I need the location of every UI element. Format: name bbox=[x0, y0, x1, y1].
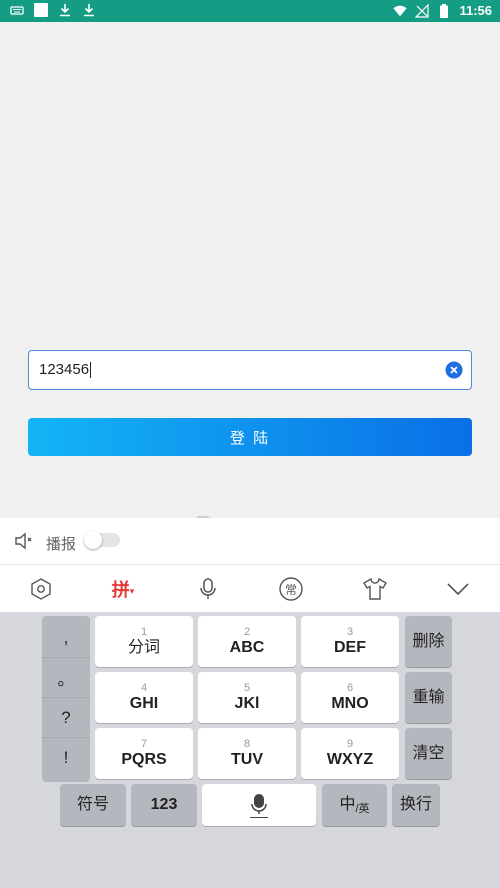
broadcast-toggle[interactable] bbox=[84, 531, 120, 549]
status-bar: 11:56 bbox=[0, 0, 500, 22]
key-number: 8 bbox=[243, 737, 251, 750]
key-number: 5 bbox=[243, 681, 251, 694]
key-label-sub: /英 bbox=[355, 803, 370, 815]
punct-question-key[interactable]: ? bbox=[42, 698, 90, 738]
no-signal-icon bbox=[415, 3, 430, 18]
symbol-key[interactable]: 符号 bbox=[60, 784, 126, 826]
key-label: WXYZ bbox=[326, 750, 374, 768]
key-label: 123 bbox=[150, 796, 178, 813]
key-2[interactable]: 2 ABC bbox=[198, 616, 296, 667]
status-time: 11:56 bbox=[459, 3, 492, 18]
key-label: 分词 bbox=[127, 638, 160, 656]
key-7[interactable]: 7 PQRS bbox=[95, 728, 193, 779]
key-4[interactable]: 4 GHI bbox=[95, 672, 193, 723]
key-number: 2 bbox=[243, 625, 251, 638]
key-number: 7 bbox=[140, 737, 148, 750]
key-label: PQRS bbox=[121, 750, 167, 768]
key-label: JKl bbox=[234, 694, 260, 712]
punct-comma-key[interactable]: , bbox=[42, 618, 90, 658]
key-label: 重输 bbox=[412, 688, 445, 706]
key-label: 符号 bbox=[76, 796, 109, 813]
chevron-down-icon bbox=[447, 583, 469, 596]
key-9[interactable]: 9 WXYZ bbox=[301, 728, 399, 779]
pinyin-mode-button[interactable]: 拼▾ bbox=[106, 575, 140, 603]
status-left bbox=[10, 3, 96, 17]
key-label: 清空 bbox=[412, 744, 445, 762]
status-right: 11:56 bbox=[393, 3, 492, 18]
download-icon bbox=[84, 4, 94, 17]
key-label: 换行 bbox=[399, 796, 432, 813]
key-1[interactable]: 1 分词 bbox=[95, 616, 193, 667]
newline-key[interactable]: 换行 bbox=[392, 784, 440, 826]
microphone-icon bbox=[251, 794, 267, 814]
skin-button[interactable] bbox=[361, 575, 389, 603]
toggle-knob bbox=[84, 531, 102, 549]
lang-switch-key[interactable]: 中 /英 bbox=[322, 784, 387, 826]
punct-period-key[interactable]: 。 bbox=[42, 658, 90, 698]
settings-hex-icon bbox=[31, 578, 51, 600]
t9-keyboard: , 。 ? ! 1 分词 2 ABC 3 DEF 删除 4 GHI 5 JKl … bbox=[0, 612, 500, 888]
key-number: 1 bbox=[140, 625, 148, 638]
key-8[interactable]: 8 TUV bbox=[198, 728, 296, 779]
numbers-key[interactable]: 123 bbox=[131, 784, 197, 826]
login-button[interactable]: 登 陆 bbox=[28, 418, 472, 456]
broadcast-label: 播报 bbox=[46, 536, 77, 553]
common-phrases-button[interactable]: 常 bbox=[277, 575, 305, 603]
input-value: 123456 bbox=[39, 361, 92, 379]
key-label-main: 中 bbox=[339, 796, 356, 813]
ime-toolbar: 拼▾ 常 bbox=[0, 564, 500, 612]
key-label: MNO bbox=[331, 694, 369, 712]
key-label: 删除 bbox=[412, 632, 445, 650]
collapse-keyboard-button[interactable] bbox=[444, 575, 472, 603]
shirt-icon bbox=[363, 577, 387, 600]
microphone-icon bbox=[200, 578, 216, 599]
retype-key[interactable]: 重输 bbox=[405, 672, 452, 723]
key-3[interactable]: 3 DEF bbox=[301, 616, 399, 667]
key-number: 4 bbox=[140, 681, 148, 694]
login-screen: 123456 登 陆 bbox=[0, 22, 500, 522]
square-icon bbox=[34, 3, 48, 17]
clear-all-key[interactable]: 清空 bbox=[405, 728, 452, 779]
broadcast-bar: 播报 bbox=[0, 518, 500, 564]
common-label: 常 bbox=[284, 582, 297, 597]
space-underline bbox=[250, 817, 268, 818]
delete-key[interactable]: 删除 bbox=[405, 616, 452, 667]
key-label: TUV bbox=[231, 750, 263, 768]
download-icon bbox=[60, 4, 70, 17]
key-5[interactable]: 5 JKl bbox=[198, 672, 296, 723]
key-label: ABC bbox=[229, 638, 265, 656]
keyboard-icon bbox=[10, 6, 24, 15]
speaker-icon bbox=[15, 532, 32, 550]
key-number: 6 bbox=[346, 681, 354, 694]
key-number: 3 bbox=[346, 625, 354, 638]
space-voice-key[interactable] bbox=[202, 784, 316, 826]
voice-button[interactable] bbox=[194, 575, 222, 603]
key-label: GHI bbox=[129, 694, 159, 712]
battery-icon bbox=[440, 3, 449, 18]
settings-button[interactable] bbox=[27, 575, 55, 603]
key-label: DEF bbox=[334, 638, 366, 656]
password-input[interactable]: 123456 bbox=[28, 350, 472, 390]
key-6[interactable]: 6 MNO bbox=[301, 672, 399, 723]
pinyin-label: 拼▾ bbox=[111, 580, 135, 600]
punct-exclaim-key[interactable]: ! bbox=[42, 738, 90, 778]
punctuation-column: , 。 ? ! bbox=[42, 616, 90, 782]
key-number: 9 bbox=[346, 737, 354, 750]
clear-icon[interactable] bbox=[445, 361, 463, 379]
wifi-icon bbox=[393, 5, 408, 16]
